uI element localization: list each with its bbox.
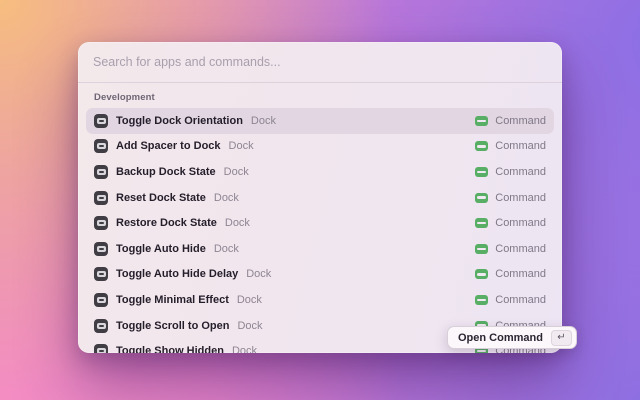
dock-app-icon bbox=[94, 242, 108, 256]
command-type-label: Command bbox=[495, 140, 546, 152]
dock-extension-icon bbox=[475, 295, 488, 305]
dock-extension-icon bbox=[475, 269, 488, 279]
command-title: Toggle Auto Hide bbox=[116, 243, 206, 255]
search-input[interactable] bbox=[93, 55, 547, 69]
dock-app-icon bbox=[94, 344, 108, 353]
command-title: Reset Dock State bbox=[116, 192, 206, 204]
command-title: Restore Dock State bbox=[116, 217, 217, 229]
search-bar bbox=[78, 42, 562, 82]
dock-extension-icon bbox=[475, 141, 488, 151]
desktop-background: { "launcher": { "search": { "placeholder… bbox=[0, 0, 640, 400]
command-type-label: Command bbox=[495, 243, 546, 255]
section-header-development: Development bbox=[94, 92, 546, 103]
command-type-label: Command bbox=[495, 294, 546, 306]
list-item[interactable]: Reset Dock State Dock Command bbox=[86, 185, 554, 211]
row-accessory: Command bbox=[475, 217, 546, 229]
dock-extension-icon bbox=[475, 244, 488, 254]
list-item[interactable]: Toggle Dock Orientation Dock Command bbox=[86, 108, 554, 134]
dock-app-icon bbox=[94, 319, 108, 333]
dock-app-icon bbox=[94, 165, 108, 179]
list-item[interactable]: Backup Dock State Dock Command bbox=[86, 159, 554, 185]
row-accessory: Command bbox=[475, 243, 546, 255]
dock-app-icon bbox=[94, 216, 108, 230]
list-item[interactable]: Add Spacer to Dock Dock Command bbox=[86, 134, 554, 160]
dock-app-icon bbox=[94, 267, 108, 281]
command-subtitle: Dock bbox=[251, 115, 276, 127]
row-accessory: Command bbox=[475, 192, 546, 204]
launcher-window: Development Toggle Dock Orientation Dock… bbox=[78, 42, 562, 353]
command-title: Backup Dock State bbox=[116, 166, 216, 178]
command-type-label: Command bbox=[495, 217, 546, 229]
command-title: Toggle Minimal Effect bbox=[116, 294, 229, 306]
dock-app-icon bbox=[94, 293, 108, 307]
open-command-label: Open Command bbox=[458, 332, 543, 344]
dock-app-icon bbox=[94, 191, 108, 205]
row-accessory: Command bbox=[475, 115, 546, 127]
command-subtitle: Dock bbox=[237, 294, 262, 306]
command-subtitle: Dock bbox=[214, 243, 239, 255]
command-title: Toggle Auto Hide Delay bbox=[116, 268, 238, 280]
command-title: Toggle Show Hidden bbox=[116, 345, 224, 353]
row-accessory: Command bbox=[475, 166, 546, 178]
command-title: Toggle Dock Orientation bbox=[116, 115, 243, 127]
command-subtitle: Dock bbox=[225, 217, 250, 229]
dock-extension-icon bbox=[475, 218, 488, 228]
row-accessory: Command bbox=[475, 268, 546, 280]
command-subtitle: Dock bbox=[214, 192, 239, 204]
command-subtitle: Dock bbox=[224, 166, 249, 178]
row-accessory: Command bbox=[475, 294, 546, 306]
dock-extension-icon bbox=[475, 167, 488, 177]
command-title: Toggle Scroll to Open bbox=[116, 320, 229, 332]
search-divider bbox=[78, 82, 562, 83]
command-subtitle: Dock bbox=[237, 320, 262, 332]
command-type-label: Command bbox=[495, 166, 546, 178]
list-item[interactable]: Toggle Auto Hide Delay Dock Command bbox=[86, 262, 554, 288]
row-accessory: Command bbox=[475, 140, 546, 152]
list-item[interactable]: Toggle Auto Hide Dock Command bbox=[86, 236, 554, 262]
return-key-icon: ↵ bbox=[551, 330, 572, 346]
command-type-label: Command bbox=[495, 268, 546, 280]
dock-app-icon bbox=[94, 139, 108, 153]
dock-app-icon bbox=[94, 114, 108, 128]
list-item[interactable]: Restore Dock State Dock Command bbox=[86, 210, 554, 236]
command-subtitle: Dock bbox=[232, 345, 257, 353]
command-subtitle: Dock bbox=[246, 268, 271, 280]
command-subtitle: Dock bbox=[229, 140, 254, 152]
dock-extension-icon bbox=[475, 116, 488, 126]
command-title: Add Spacer to Dock bbox=[116, 140, 221, 152]
dock-extension-icon bbox=[475, 193, 488, 203]
command-list: Toggle Dock Orientation Dock Command Add… bbox=[78, 108, 562, 353]
command-type-label: Command bbox=[495, 192, 546, 204]
list-item[interactable]: Toggle Minimal Effect Dock Command bbox=[86, 287, 554, 313]
open-command-hint[interactable]: Open Command ↵ bbox=[447, 326, 577, 349]
command-type-label: Command bbox=[495, 115, 546, 127]
